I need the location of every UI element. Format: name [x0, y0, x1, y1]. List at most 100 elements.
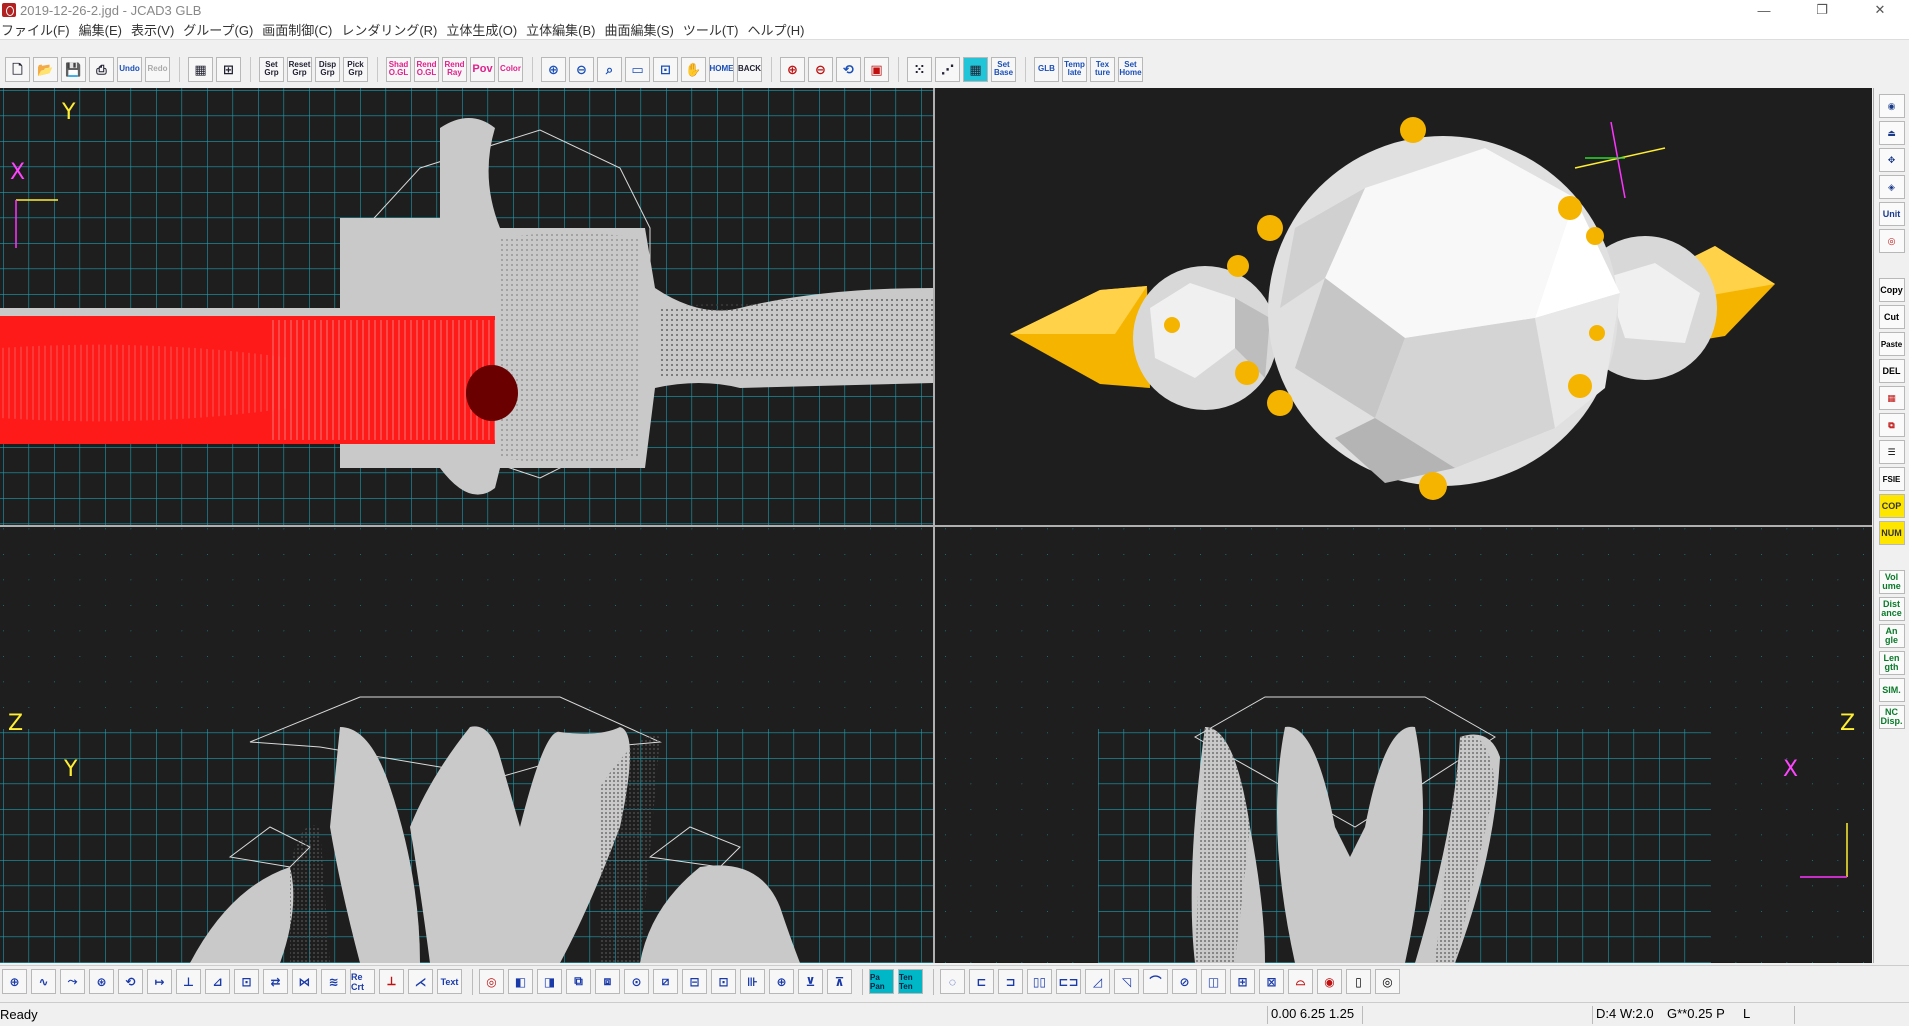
modify-tool-button[interactable]: ⊪: [740, 969, 765, 994]
edit-tool-button[interactable]: ⊏⊐: [1056, 969, 1081, 994]
edit-tool-button[interactable]: ◎: [1375, 969, 1400, 994]
texture-button[interactable]: Tex ture: [1090, 56, 1115, 82]
text-button[interactable]: Text: [437, 969, 462, 994]
grid-dots-icon[interactable]: ⁙: [907, 56, 932, 82]
set-grp-button[interactable]: Set Grp: [259, 56, 284, 82]
open-folder-icon[interactable]: 📂: [33, 56, 58, 82]
pick-grp-button[interactable]: Pick Grp: [343, 56, 368, 82]
ring-tool-icon[interactable]: ◉: [1878, 94, 1905, 118]
pan-hand-icon[interactable]: ✋: [681, 56, 706, 82]
modify-tool-button[interactable]: ◎: [479, 969, 504, 994]
modify-tool-button[interactable]: ⧈: [595, 969, 620, 994]
edit-tool-button[interactable]: ◌: [940, 969, 965, 994]
modify-tool-button[interactable]: ◧: [508, 969, 533, 994]
zoom-in-icon[interactable]: ⊕: [541, 56, 566, 82]
menu-surface-edit[interactable]: 曲面編集(S): [604, 20, 682, 39]
minimize-button[interactable]: —: [1735, 0, 1793, 20]
menu-screen-control[interactable]: 画面制御(C): [261, 20, 340, 39]
create-tool-button[interactable]: ⊛: [89, 969, 114, 994]
zoom-fit-icon[interactable]: ▭: [625, 56, 650, 82]
edit-tool-button[interactable]: ⊠: [1259, 969, 1284, 994]
quad-layout-icon[interactable]: ⊞: [216, 56, 241, 82]
create-tool-button[interactable]: ∿: [31, 969, 56, 994]
modify-tool-button[interactable]: ⊟: [682, 969, 707, 994]
edit-tool-button[interactable]: ◿: [1085, 969, 1110, 994]
template-button[interactable]: Temp late: [1062, 56, 1087, 82]
frame-icon[interactable]: ▣: [864, 56, 889, 82]
pan-button[interactable]: Pa Pan: [869, 969, 894, 994]
maximize-button[interactable]: ❐: [1793, 0, 1851, 20]
create-tool-button[interactable]: ↦: [147, 969, 172, 994]
new-file-icon[interactable]: 🗋: [5, 56, 30, 82]
create-tool-button[interactable]: ⋈: [292, 969, 317, 994]
redo-button[interactable]: Redo: [145, 56, 170, 82]
menu-rendering[interactable]: レンダリング(R): [340, 20, 445, 39]
create-tool-button[interactable]: ⟂: [379, 969, 404, 994]
viewport-splitter-horizontal[interactable]: [0, 525, 1872, 527]
cop-button[interactable]: COP: [1878, 494, 1905, 518]
menu-help[interactable]: ヘルプ(H): [746, 20, 812, 39]
bezel-tool-icon[interactable]: ⏏: [1878, 121, 1905, 145]
volume-button[interactable]: Vol ume: [1878, 570, 1905, 594]
edit-tool-button[interactable]: ◹: [1114, 969, 1139, 994]
zoom-red-plus-icon[interactable]: ⊕: [780, 56, 805, 82]
menu-file[interactable]: ファイル(F): [0, 20, 78, 39]
zoom-window-icon[interactable]: ⌕: [597, 56, 622, 82]
fsie-button[interactable]: FSIE: [1878, 467, 1905, 491]
ten-button[interactable]: Ten Ten: [898, 969, 923, 994]
viewport-top[interactable]: Y X: [0, 88, 933, 525]
snap-tool-icon[interactable]: ◈: [1878, 175, 1905, 199]
length-button[interactable]: Len gth: [1878, 651, 1905, 675]
distance-button[interactable]: Dist ance: [1878, 597, 1905, 621]
edit-tool-button[interactable]: ⌒: [1143, 969, 1168, 994]
cut-button[interactable]: Cut: [1878, 305, 1905, 329]
create-tool-button[interactable]: ⊡: [234, 969, 259, 994]
grid-color-icon[interactable]: ▦: [963, 56, 988, 82]
circle-tool-icon[interactable]: ◎: [1878, 229, 1905, 253]
edit-tool-button[interactable]: ▯▯: [1027, 969, 1052, 994]
grid-layout-icon[interactable]: ▦: [188, 56, 213, 82]
disp-grp-button[interactable]: Disp Grp: [315, 56, 340, 82]
modify-tool-button[interactable]: ⊼: [827, 969, 852, 994]
save-icon[interactable]: 💾: [61, 56, 86, 82]
zoom-3d-icon[interactable]: ⟲: [836, 56, 861, 82]
delete-button[interactable]: DEL: [1878, 359, 1905, 383]
reset-grp-button[interactable]: Reset Grp: [287, 56, 312, 82]
edit-tool-button[interactable]: ⊘: [1172, 969, 1197, 994]
menu-view[interactable]: 表示(V): [130, 20, 182, 39]
modify-tool-button[interactable]: ⊡: [711, 969, 736, 994]
viewport-side[interactable]: Z X: [935, 527, 1872, 963]
sim-button[interactable]: SIM.: [1878, 678, 1905, 702]
close-button[interactable]: ✕: [1851, 0, 1909, 20]
print-icon[interactable]: ⎙: [89, 56, 114, 82]
create-tool-button[interactable]: ⋌: [408, 969, 433, 994]
create-tool-button[interactable]: ⊥: [176, 969, 201, 994]
menu-solid-edit[interactable]: 立体編集(B): [525, 20, 603, 39]
edit-tool-button[interactable]: ⊐: [998, 969, 1023, 994]
edit-tool-button[interactable]: ⌓: [1288, 969, 1313, 994]
create-tool-button[interactable]: ≋: [321, 969, 346, 994]
recreate-button[interactable]: Re Crt: [350, 969, 375, 994]
zoom-all-icon[interactable]: ⊡: [653, 56, 678, 82]
menu-edit[interactable]: 編集(E): [78, 20, 130, 39]
create-tool-button[interactable]: ⤳: [60, 969, 85, 994]
menu-solid-create[interactable]: 立体生成(O): [445, 20, 525, 39]
set-base-button[interactable]: Set Base: [991, 56, 1016, 82]
edit-tool-button[interactable]: ◫: [1201, 969, 1226, 994]
modify-tool-button[interactable]: ◨: [537, 969, 562, 994]
move-tool-icon[interactable]: ✥: [1878, 148, 1905, 172]
modify-tool-button[interactable]: ⊙: [624, 969, 649, 994]
layer-icon[interactable]: ⧉: [1878, 413, 1905, 437]
edit-tool-button[interactable]: ⊞: [1230, 969, 1255, 994]
rend-ray-button[interactable]: Rend Ray: [442, 56, 467, 82]
edit-tool-button[interactable]: ⊏: [969, 969, 994, 994]
create-tool-button[interactable]: ⊕: [2, 969, 27, 994]
pov-button[interactable]: Pov: [470, 56, 495, 82]
modify-tool-button[interactable]: ⊻: [798, 969, 823, 994]
create-tool-button[interactable]: ⊿: [205, 969, 230, 994]
back-button[interactable]: BACK: [737, 56, 762, 82]
unit-button[interactable]: Unit: [1878, 202, 1905, 226]
home-button[interactable]: HOME: [709, 56, 734, 82]
copy-button[interactable]: Copy: [1878, 278, 1905, 302]
menu-tools[interactable]: ツール(T): [682, 20, 747, 39]
